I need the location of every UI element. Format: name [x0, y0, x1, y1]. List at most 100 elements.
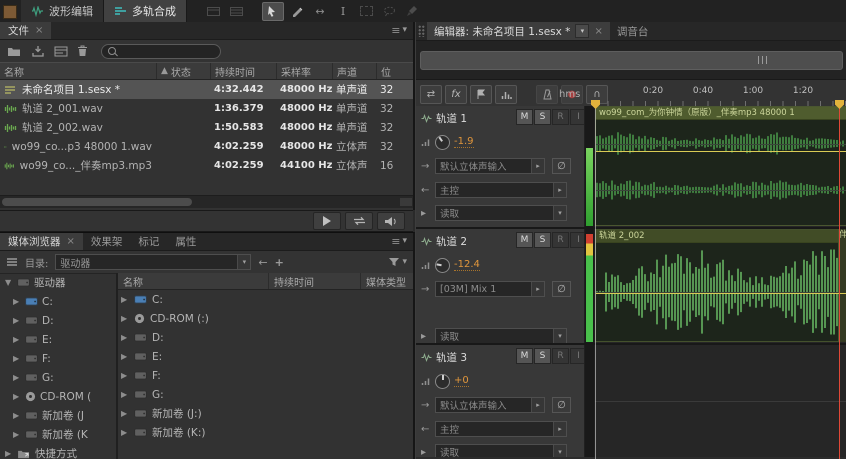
slip-tool-icon[interactable]: ↔	[310, 3, 330, 20]
col-status[interactable]: ▲ 状态	[156, 63, 210, 79]
col-duration[interactable]: 持续时间	[210, 63, 276, 79]
phase-invert-button[interactable]: ∅	[552, 397, 571, 413]
tab-mixer[interactable]: 调音台	[610, 22, 656, 40]
phase-invert-button[interactable]: ∅	[552, 281, 571, 297]
media-browser-panel-menu[interactable]: ≡ ▾	[385, 233, 413, 250]
ruler-unit-label[interactable]: hms	[559, 89, 580, 100]
directory-dropdown[interactable]: 驱动器 ▾	[55, 254, 252, 270]
volume-envelope[interactable]	[596, 151, 846, 152]
phase-invert-button[interactable]: ∅	[552, 158, 571, 174]
automation-mode-select[interactable]: 读取 ▾	[435, 444, 567, 457]
multitrack-view-icon[interactable]	[226, 3, 246, 20]
tree-item-shortcuts[interactable]: ▶ 快捷方式	[0, 444, 116, 459]
mute-button[interactable]: M	[516, 348, 533, 364]
expand-icon[interactable]: ▶	[121, 428, 129, 437]
col-channels[interactable]: 声道	[332, 63, 376, 79]
audio-clip[interactable]: 轨道 2_002	[595, 229, 846, 342]
metering-bars-icon[interactable]	[495, 85, 517, 104]
input-select[interactable]: 默认立体声输入 ▸	[435, 397, 545, 413]
solo-button[interactable]: S	[534, 109, 551, 125]
search-input[interactable]	[120, 44, 214, 58]
list-view-icon[interactable]	[6, 257, 18, 267]
expand-icon[interactable]: ▶	[13, 316, 21, 325]
expand-icon[interactable]: ▶	[13, 373, 21, 382]
expand-icon[interactable]: ▶	[121, 295, 129, 304]
volume-knob[interactable]	[435, 134, 450, 150]
col-media-type[interactable]: 媒体类型	[360, 273, 413, 289]
automation-mode-select[interactable]: 读取 ▾	[435, 328, 567, 343]
col-duration[interactable]: 持续时间	[268, 273, 360, 289]
expand-icon[interactable]: ▶	[13, 392, 21, 401]
scrollbar-thumb[interactable]	[2, 198, 192, 206]
filter-icon[interactable]: ▾	[388, 257, 407, 267]
back-icon[interactable]: ←	[258, 256, 267, 269]
list-item[interactable]: ▶ G:	[118, 385, 413, 404]
time-selection-tool-icon[interactable]: I	[333, 3, 353, 20]
marquee-tool-icon[interactable]	[356, 3, 376, 20]
expand-icon[interactable]: ▶	[121, 371, 129, 380]
waveform-view-icon[interactable]	[203, 3, 223, 20]
tree-item-cdrom[interactable]: ▶ CD-ROM (	[0, 387, 116, 406]
tree-item-drive[interactable]: ▶ F:	[0, 349, 116, 368]
list-item[interactable]: ▶ E:	[118, 347, 413, 366]
solo-button[interactable]: S	[534, 232, 551, 248]
expand-icon[interactable]: ▶	[121, 314, 129, 323]
close-icon[interactable]: ×	[594, 26, 602, 37]
tab-editor[interactable]: 编辑器: 未命名项目 1.sesx * ▾ ×	[427, 22, 610, 40]
input-monitor-button[interactable]: I	[570, 109, 584, 125]
col-sample-rate[interactable]: 采样率	[276, 63, 332, 79]
mute-button[interactable]: M	[516, 109, 533, 125]
list-item[interactable]: ▶ F:	[118, 366, 413, 385]
file-row[interactable]: 未命名项目 1.sesx * 4:32.442 48000 Hz 单声道 32	[0, 80, 413, 99]
tree-item-drive[interactable]: ▶ E:	[0, 330, 116, 349]
expand-icon[interactable]: ▶	[121, 409, 129, 418]
tab-markers[interactable]: 标记	[130, 233, 167, 250]
volume-value[interactable]: +0	[454, 375, 469, 387]
file-row[interactable]: wo99_co...p3 48000 1.wav 4:02.259 48000 …	[0, 137, 413, 156]
mute-button[interactable]: M	[516, 232, 533, 248]
input-monitor-button[interactable]: I	[570, 348, 584, 364]
panel-grip[interactable]	[418, 25, 425, 37]
tab-multitrack[interactable]: 多轨合成	[104, 0, 187, 22]
close-icon[interactable]: ×	[35, 25, 43, 36]
file-row[interactable]: 轨道 2_001.wav 1:36.379 48000 Hz 单声道 32	[0, 99, 413, 118]
list-item[interactable]: ▶ CD-ROM (:)	[118, 309, 413, 328]
track-name[interactable]: 轨道 3	[436, 350, 467, 365]
record-arm-button[interactable]: R	[552, 348, 569, 364]
expand-icon[interactable]: ▶	[121, 333, 129, 342]
output-select[interactable]: 主控 ▸	[435, 182, 567, 198]
files-horizontal-scrollbar[interactable]	[0, 195, 413, 208]
time-ruler[interactable]: 0:20 0:40 1:00 1:20	[595, 80, 846, 108]
search-box[interactable]	[101, 43, 221, 59]
col-name[interactable]: 名称	[0, 63, 156, 79]
track-3-lane[interactable]	[595, 345, 846, 457]
tab-files[interactable]: 文件 ×	[0, 22, 52, 39]
files-panel-menu[interactable]: ≡ ▾	[385, 22, 413, 39]
automation-mode-select[interactable]: 读取 ▾	[435, 205, 567, 221]
navigator-grip[interactable]	[757, 56, 769, 64]
track-name[interactable]: 轨道 2	[436, 234, 467, 249]
list-item[interactable]: ▶ D:	[118, 328, 413, 347]
tree-item-drives-root[interactable]: ▼ 驱动器	[0, 273, 116, 292]
expand-icon[interactable]: ▶	[13, 335, 21, 344]
file-row[interactable]: wo99_co..._伴奏mp3.mp3 4:02.259 44100 Hz 立…	[0, 156, 413, 175]
input-select[interactable]: 默认立体声输入 ▸	[435, 158, 545, 174]
volume-envelope[interactable]	[596, 293, 846, 294]
add-shortcut-icon[interactable]: +	[275, 256, 284, 269]
auto-play-button[interactable]	[377, 212, 405, 230]
output-select[interactable]: 主控 ▸	[435, 421, 567, 437]
track-name[interactable]: 轨道 1	[436, 111, 467, 126]
navigator-range-bar[interactable]	[420, 51, 843, 70]
col-bits[interactable]: 位	[376, 63, 406, 79]
input-select[interactable]: [03M] Mix 1 ▸	[435, 281, 545, 297]
file-row[interactable]: 轨道 2_002.wav 1:50.583 48000 Hz 单声道 32	[0, 118, 413, 137]
insert-into-multitrack-icon[interactable]	[54, 46, 68, 57]
expand-icon[interactable]: ▶	[13, 297, 21, 306]
col-name[interactable]: 名称	[118, 273, 268, 289]
volume-value[interactable]: -1.9	[454, 136, 474, 148]
open-file-icon[interactable]	[7, 46, 22, 57]
fx-icon[interactable]: fx	[445, 85, 467, 104]
tree-item-drive[interactable]: ▶ 新加卷 (J	[0, 406, 116, 425]
expand-icon[interactable]: ▶	[13, 354, 21, 363]
input-monitor-button[interactable]: I	[570, 232, 584, 248]
